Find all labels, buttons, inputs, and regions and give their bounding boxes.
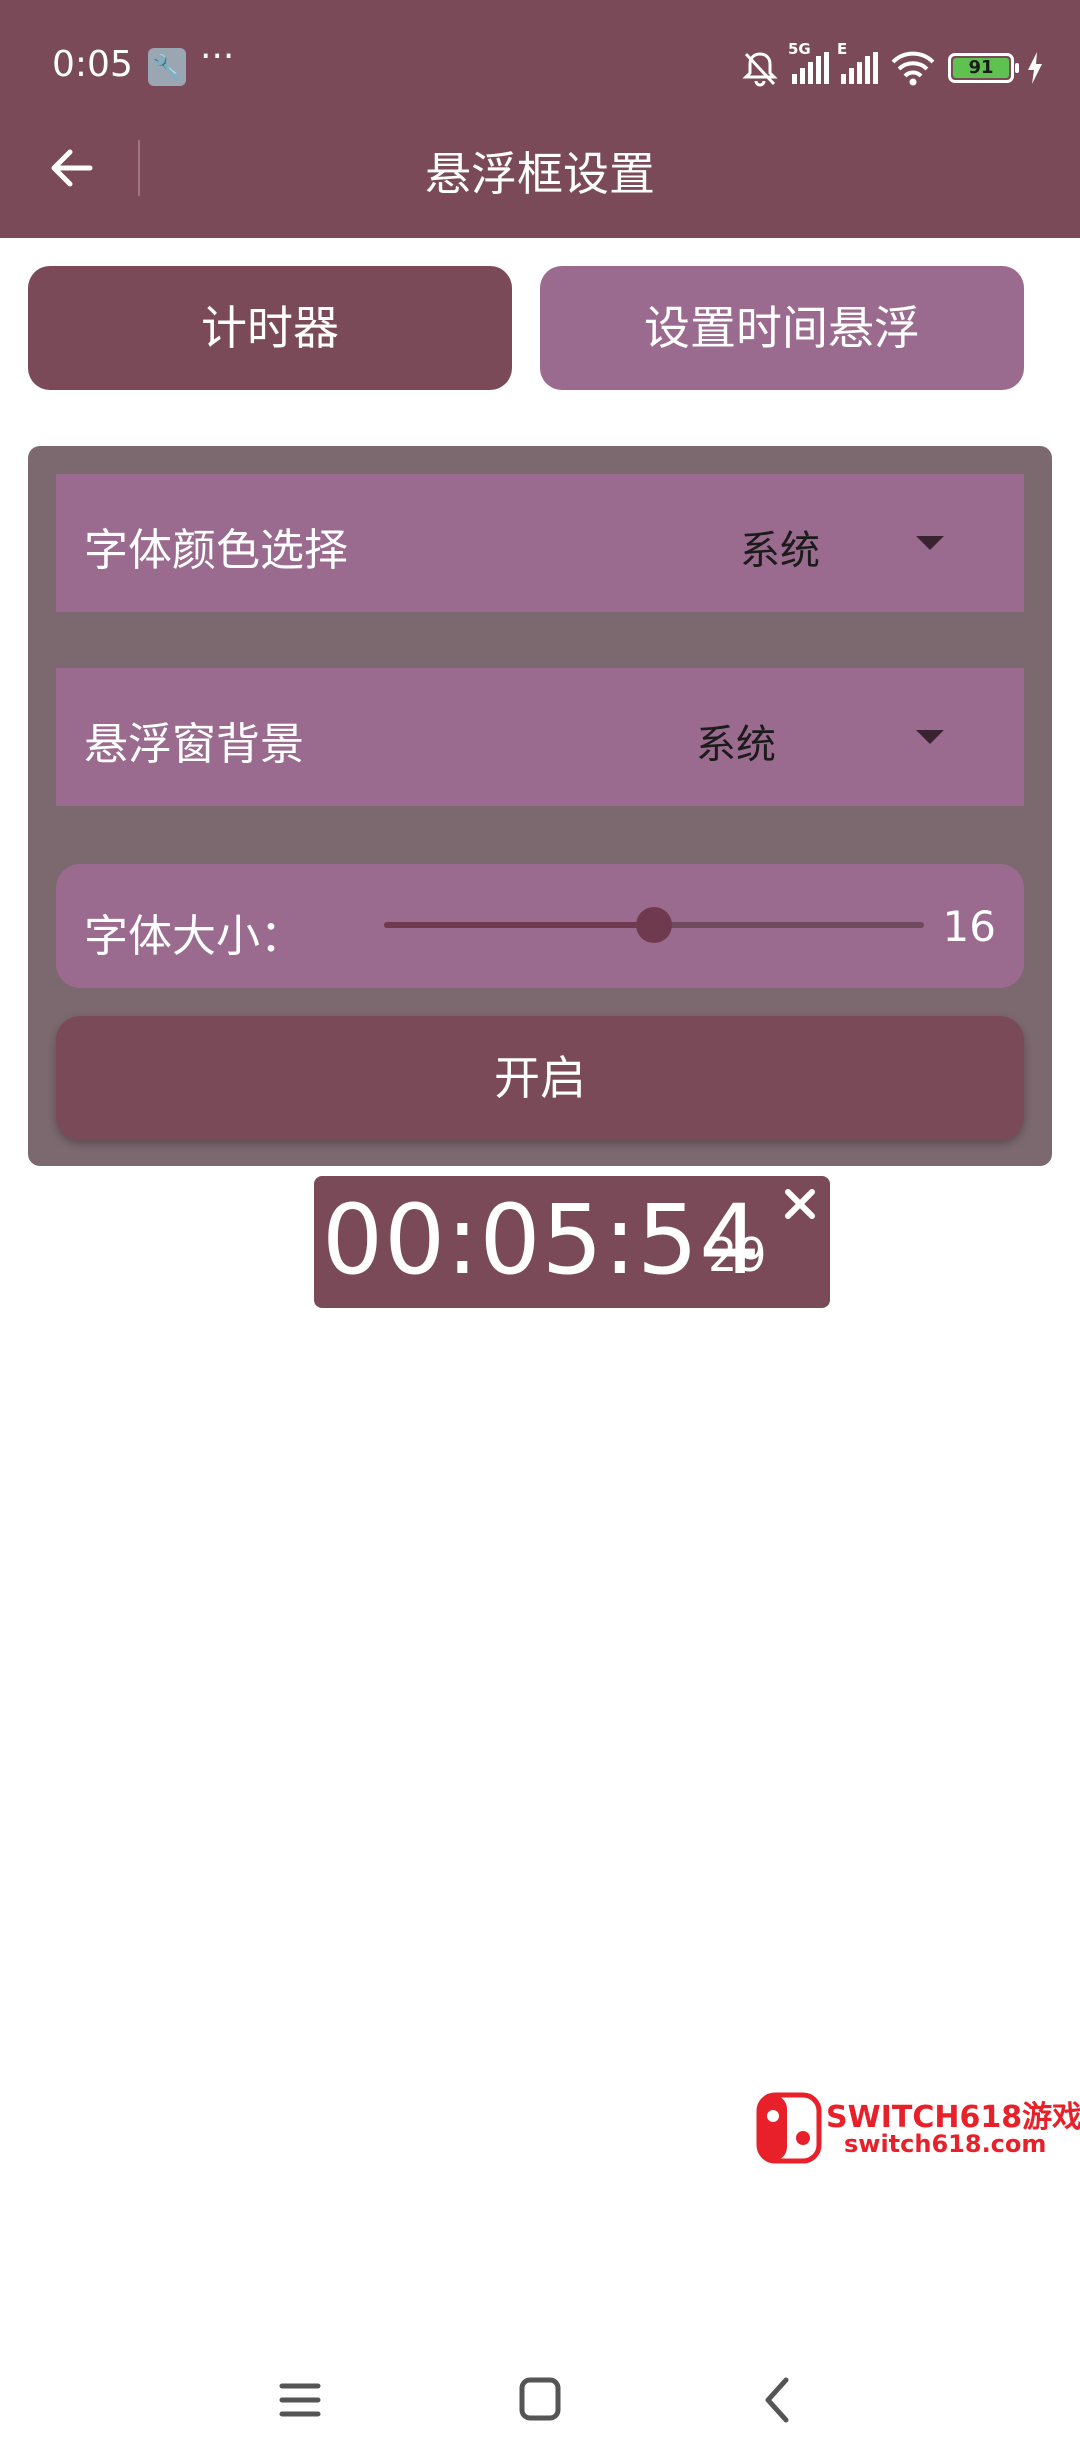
start-button[interactable]: 开启	[56, 1016, 1024, 1140]
wifi-icon	[891, 51, 935, 86]
chevron-down-icon	[916, 730, 944, 744]
status-time: 0:05	[52, 44, 133, 85]
close-icon[interactable]	[778, 1182, 822, 1226]
battery-level: 91	[953, 58, 1009, 78]
font-size-row: 字体大小： 16	[56, 864, 1024, 988]
home-icon[interactable]	[500, 2364, 580, 2436]
watermark: SWITCH618游戏 switch618.com	[756, 2092, 1080, 2164]
font-size-value: 16	[942, 902, 996, 951]
signal-e-icon: E	[837, 40, 878, 84]
signal-5g-icon: 5G	[788, 40, 829, 84]
network-label-e: E	[837, 40, 848, 58]
wrench-icon: 🔧	[148, 48, 186, 86]
floating-timer-time: 00:05:54	[322, 1184, 762, 1296]
tab-set-time-float[interactable]: 设置时间悬浮	[540, 266, 1024, 390]
font-color-label: 字体颜色选择	[84, 525, 348, 576]
tab-timer[interactable]: 计时器	[28, 266, 512, 390]
window-background-value: 系统	[696, 722, 776, 768]
settings-panel: 字体颜色选择 系统 悬浮窗背景 系统 字体大小： 16 开启	[28, 446, 1052, 1166]
bell-off-icon	[742, 52, 778, 87]
window-background-label: 悬浮窗背景	[84, 719, 304, 770]
floating-timer-fraction: 29	[708, 1228, 767, 1282]
font-size-label: 字体大小：	[84, 911, 304, 962]
chevron-down-icon	[916, 536, 944, 550]
back-icon[interactable]	[738, 2364, 818, 2436]
status-more: ···	[200, 36, 235, 77]
page-title: 悬浮框设置	[425, 147, 655, 201]
header: 0:05 🔧 ··· 5G E 91 悬浮框设置	[0, 0, 1080, 238]
font-color-value: 系统	[740, 528, 820, 574]
status-icons: 5G E 91	[740, 40, 1044, 90]
slider-filled-track	[384, 922, 654, 928]
battery-icon: 91	[948, 53, 1019, 83]
floating-timer[interactable]: 00:05:54 29	[314, 1176, 830, 1308]
font-size-slider[interactable]	[384, 907, 924, 943]
slider-thumb[interactable]	[636, 907, 672, 943]
watermark-line2: switch618.com	[844, 2130, 1047, 2158]
window-background-select[interactable]: 悬浮窗背景 系统	[56, 668, 1024, 806]
switch-logo-icon	[756, 2092, 822, 2164]
font-color-select[interactable]: 字体颜色选择 系统	[56, 474, 1024, 612]
menu-icon[interactable]	[260, 2364, 340, 2436]
charging-icon	[1028, 52, 1042, 84]
network-label-5g: 5G	[788, 40, 811, 58]
app-root: 0:05 🔧 ··· 5G E 91 悬浮框设置 计时器 设置时间悬浮 字体颜色…	[0, 0, 1080, 2460]
